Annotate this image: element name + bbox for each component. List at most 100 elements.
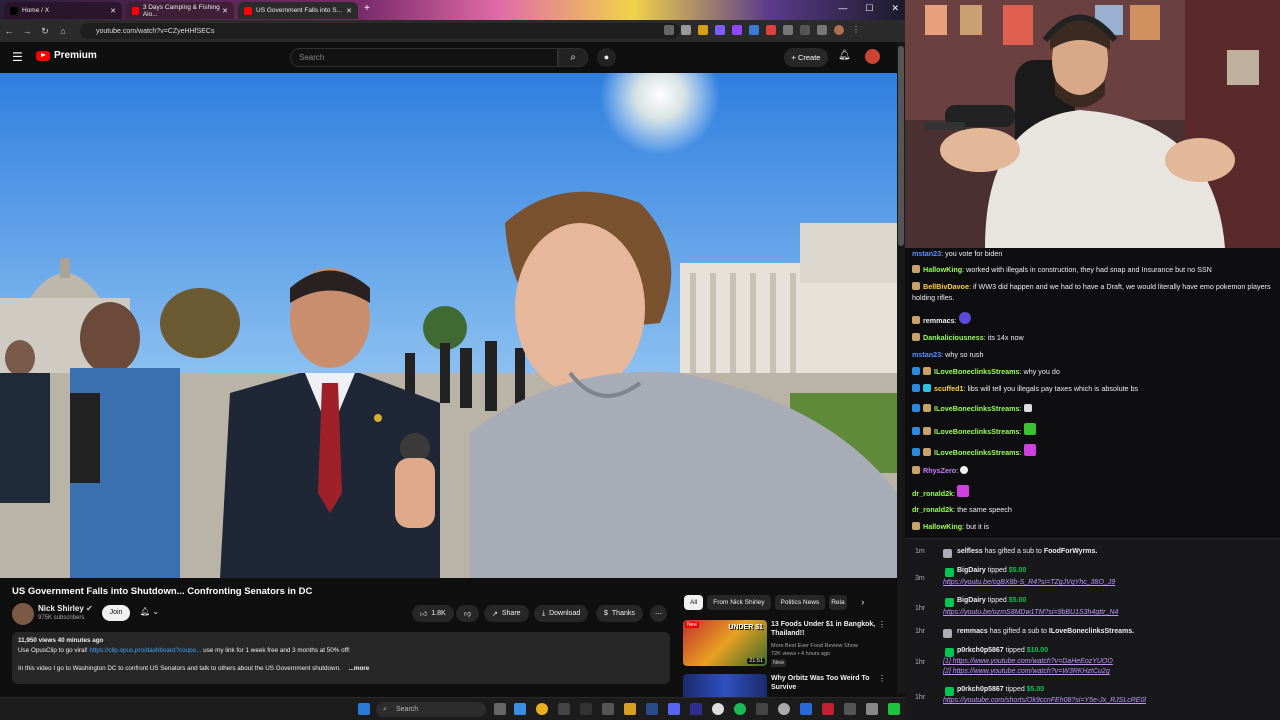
event-user[interactable]: p0rkch0p5867	[957, 686, 1004, 693]
profile-avatar[interactable]	[834, 25, 844, 35]
like-button[interactable]: 👍︎ 1.8K	[412, 605, 454, 622]
description-box[interactable]: 11,950 views 40 minutes ago Use OpusClip…	[12, 632, 670, 684]
recommendation-title[interactable]: Why Orbitz Was Too Weird To Survive	[771, 674, 881, 692]
chat-username[interactable]: mstan23	[912, 350, 941, 359]
twitch-extension-icon[interactable]	[732, 25, 742, 35]
reload-icon[interactable]: ↻	[36, 26, 54, 37]
recommendation-item[interactable]: New UNDER $1 21:51 13 Foods Under $1 in …	[683, 620, 893, 672]
chat-username[interactable]: HallowKing	[923, 522, 962, 531]
dislike-button[interactable]: 👎︎	[456, 605, 480, 622]
app-icon[interactable]	[712, 703, 724, 715]
chat-username[interactable]: mstan23	[912, 249, 941, 258]
extension-icon[interactable]	[715, 25, 725, 35]
search-icon[interactable]: ⌕	[558, 48, 588, 67]
channel-name[interactable]: Nick Shirley ✔	[38, 604, 93, 613]
event-user[interactable]: selfless	[957, 548, 983, 555]
app-icon[interactable]	[756, 703, 768, 715]
app-icon[interactable]	[602, 703, 614, 715]
event-user[interactable]: BigDairy	[957, 567, 986, 574]
subscribe-bell-icon[interactable]: 🔔︎ ⌄	[140, 607, 159, 616]
more-actions-button[interactable]: ⋯	[650, 605, 667, 622]
video-player[interactable]	[0, 73, 897, 578]
close-icon[interactable]: ✕	[346, 7, 352, 15]
cast-icon[interactable]	[664, 25, 674, 35]
app-icon[interactable]	[866, 703, 878, 715]
scrollbar-thumb[interactable]	[898, 46, 904, 246]
terminal-icon[interactable]	[580, 703, 592, 715]
app-icon[interactable]	[888, 703, 900, 715]
edge-icon[interactable]	[514, 703, 526, 715]
chip-from-channel[interactable]: From Nick Shirley	[707, 595, 771, 610]
recommendation-title[interactable]: 13 Foods Under $1 in Bangkok, Thailand!!	[771, 620, 881, 638]
discord-icon[interactable]	[668, 703, 680, 715]
chat-username[interactable]: HallowKing	[923, 265, 962, 274]
download-button[interactable]: ⤓ Download	[534, 605, 589, 622]
chat-username[interactable]: ILoveBoneclinksStreams	[934, 448, 1020, 457]
steam-icon[interactable]	[646, 703, 658, 715]
tip-link[interactable]: https://youtu.be/cqBX8b-S_R4?si=TZgJVqYh…	[943, 579, 1115, 586]
close-window-icon[interactable]: ✕	[891, 3, 899, 14]
page-scrollbar[interactable]	[897, 42, 905, 694]
chat-username[interactable]: scuffed1	[934, 384, 964, 393]
windows-start-icon[interactable]	[358, 703, 370, 715]
show-more-link[interactable]: ...more	[349, 665, 370, 672]
recommendation-thumbnail[interactable]: New UNDER $1 21:51	[683, 620, 767, 666]
create-button[interactable]: + Create	[784, 48, 828, 67]
app-icon[interactable]	[800, 703, 812, 715]
chat-username[interactable]: Dankaliciousness	[923, 333, 984, 342]
task-view-icon[interactable]	[494, 703, 506, 715]
microphone-icon[interactable]: ●	[597, 48, 616, 67]
recommendation-channel[interactable]: More Best Ever Food Review Show	[771, 642, 858, 650]
account-avatar[interactable]	[865, 49, 880, 64]
tip-link[interactable]: [2] https://www.youtube.com/watch?v=W3RK…	[943, 668, 1110, 675]
app-icon[interactable]	[778, 703, 790, 715]
tab-home-x[interactable]: Home / X ✕	[4, 2, 122, 19]
file-explorer-icon[interactable]	[624, 703, 636, 715]
app-icon[interactable]	[822, 703, 834, 715]
chip-related[interactable]: Rela	[829, 595, 848, 610]
tip-link[interactable]: [1] https://www.youtube.com/watch?v=DaHe…	[943, 658, 1113, 665]
channel-avatar[interactable]	[12, 603, 34, 625]
chip-all[interactable]: All	[684, 595, 704, 610]
chat-username[interactable]: dr_ronald2k	[912, 505, 953, 514]
event-user[interactable]: p0rkch0p5867	[957, 647, 1004, 654]
forward-icon[interactable]: →	[18, 26, 36, 36]
chrome-icon[interactable]	[536, 703, 548, 715]
chevron-right-icon[interactable]: ›	[861, 595, 864, 610]
browser-menu-icon[interactable]: ⋮	[851, 25, 861, 35]
app-icon[interactable]	[844, 703, 856, 715]
recommendation-menu-icon[interactable]: ⋮	[878, 620, 886, 629]
chat-username[interactable]: BellBivDavoe	[923, 282, 969, 291]
recommendation-menu-icon[interactable]: ⋮	[878, 674, 886, 683]
chat-username[interactable]: ILoveBoneclinksStreams	[934, 427, 1020, 436]
minimize-icon[interactable]: —	[838, 3, 847, 14]
event-target[interactable]: FoodForWyrms.	[1044, 548, 1098, 555]
tip-link[interactable]: https://youtube.com/shorts/Ok9ccnFEh08?s…	[943, 697, 1146, 704]
extension-icon[interactable]	[749, 25, 759, 35]
chat-username[interactable]: remmacs	[923, 316, 955, 325]
maximize-icon[interactable]: ☐	[865, 3, 873, 14]
join-button[interactable]: Join	[102, 605, 130, 621]
tab-current-video[interactable]: US Government Falls into S... ✕	[238, 2, 358, 19]
event-target[interactable]: ILoveBoneclinksStreams.	[1049, 628, 1134, 635]
app-icon[interactable]	[558, 703, 570, 715]
extensions-puzzle-icon[interactable]	[783, 25, 793, 35]
bookmark-star-icon[interactable]	[681, 25, 691, 35]
thanks-button[interactable]: $ Thanks	[596, 605, 643, 622]
chat-username[interactable]: ILoveBoneclinksStreams	[934, 404, 1020, 413]
extension-icon[interactable]	[766, 25, 776, 35]
spotify-icon[interactable]	[734, 703, 746, 715]
share-button[interactable]: ↗ Share	[484, 605, 529, 622]
back-icon[interactable]: ←	[0, 26, 18, 36]
tab-camping-video[interactable]: 3 Days Camping & Fishing Alo... ✕	[126, 2, 234, 19]
close-icon[interactable]: ✕	[222, 7, 228, 15]
chat-username[interactable]: dr_ronald2k	[912, 489, 953, 498]
youtube-logo[interactable]: Premium	[36, 50, 97, 61]
obs-icon[interactable]	[690, 703, 702, 715]
extension-icon[interactable]	[817, 25, 827, 35]
chat-username[interactable]: RhysZero	[923, 466, 956, 475]
home-icon[interactable]: ⌂	[54, 26, 72, 36]
event-user[interactable]: remmacs	[957, 628, 988, 635]
sidepanel-icon[interactable]	[800, 25, 810, 35]
url-field[interactable]: youtube.com/watch?v=CZyeHHfSECs	[80, 23, 680, 39]
